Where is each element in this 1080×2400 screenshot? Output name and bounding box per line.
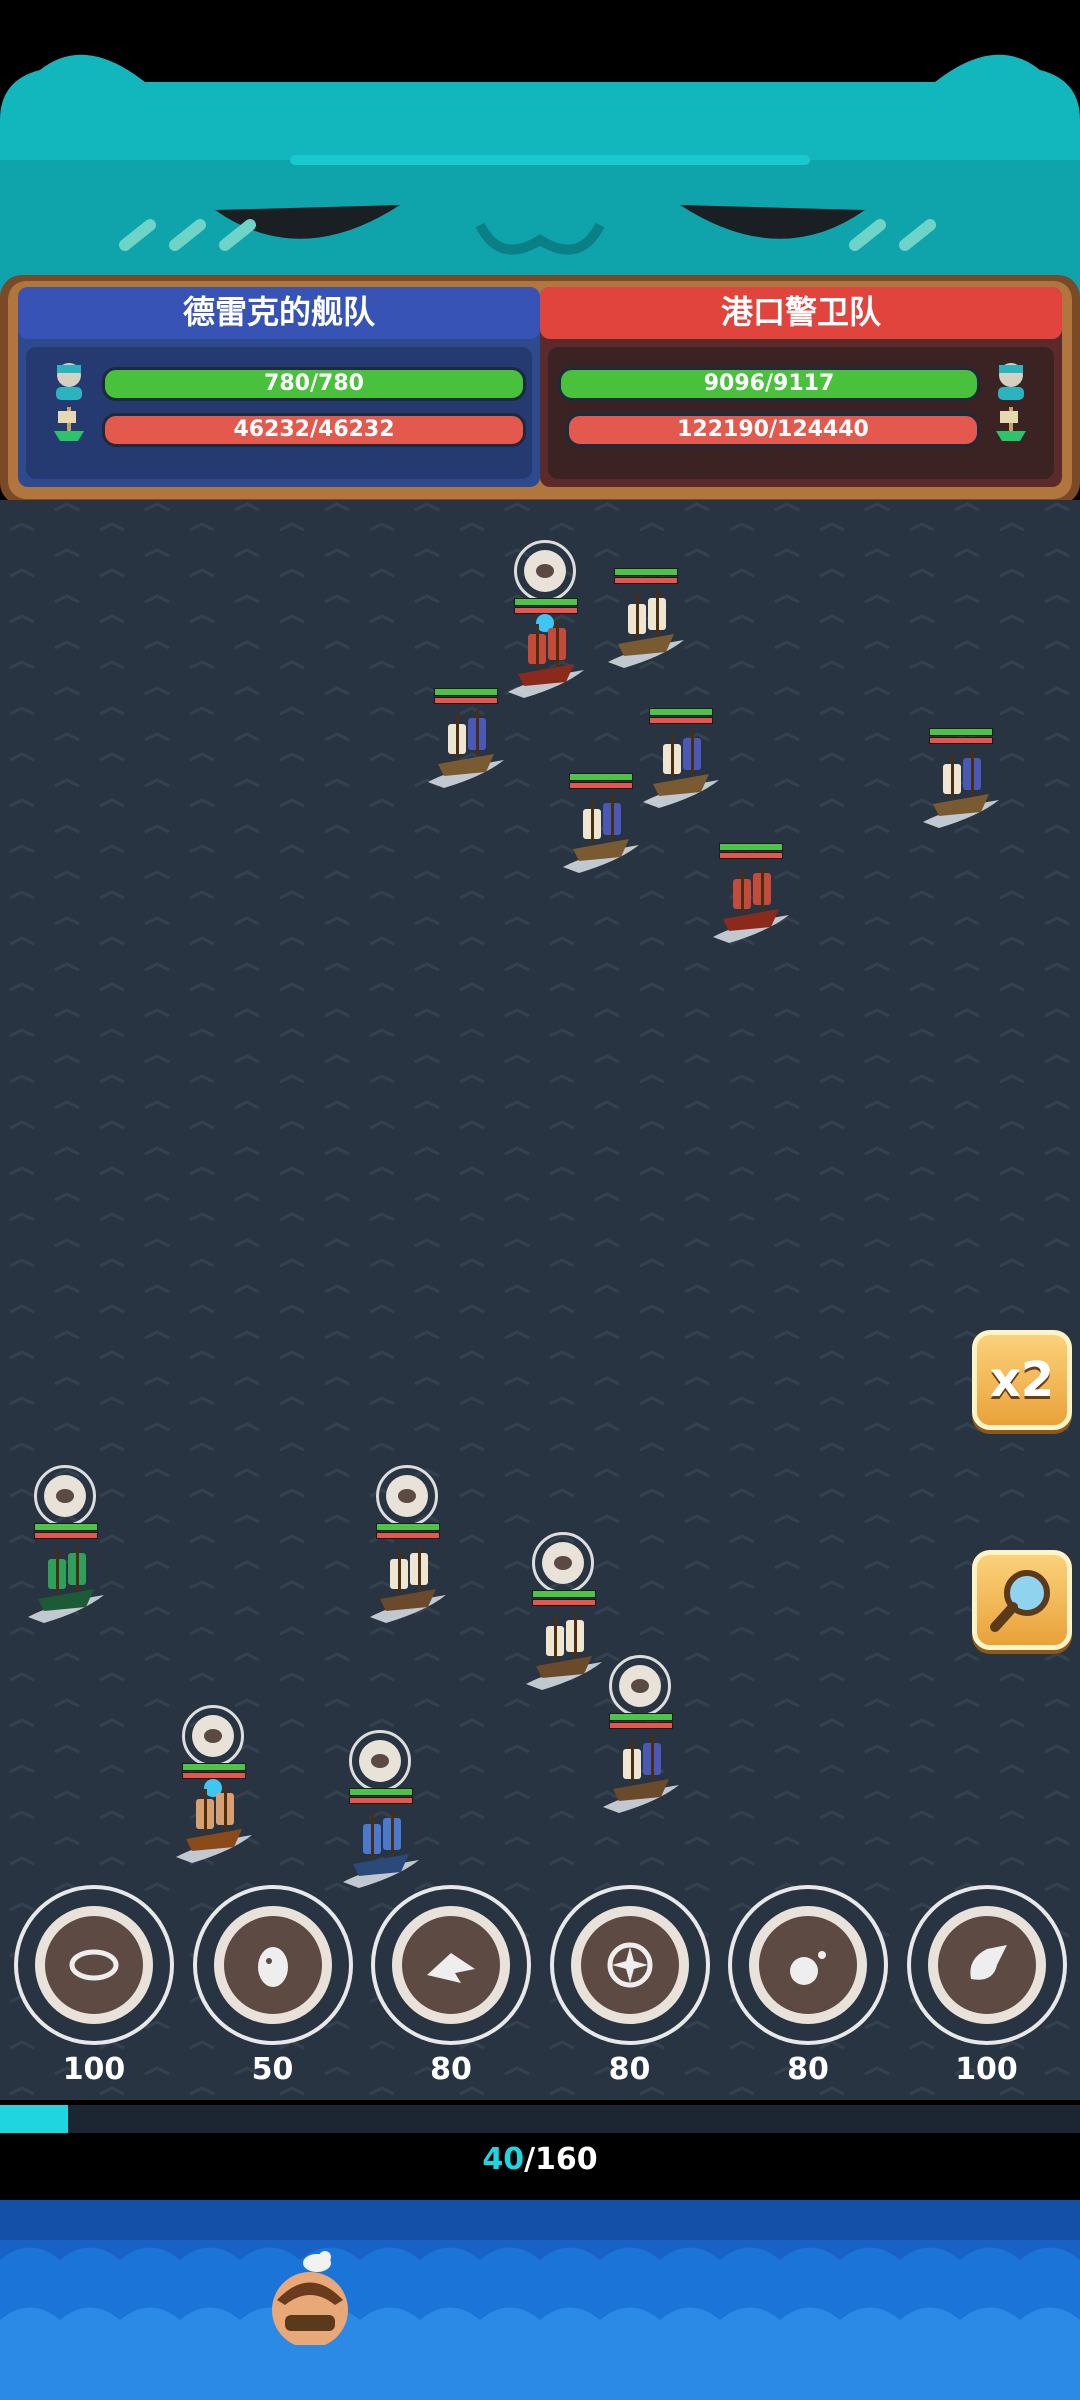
ocean-footer <box>0 2200 1080 2400</box>
skill-ring <box>213 1906 332 2024</box>
skill-button-3[interactable] <box>371 1885 531 2045</box>
skill-ring <box>570 1906 689 2024</box>
energy-bar-fill <box>0 2105 68 2133</box>
wave-pattern <box>0 500 1080 2100</box>
energy-current: 40 <box>482 2142 525 2177</box>
enemy-team-name: 港口警卫队 <box>720 293 881 331</box>
team-status-panel: 德雷克的舰队 港口警卫队 780/780 46232/46232 9096/91… <box>0 275 1080 515</box>
skill-ring <box>749 1906 867 2024</box>
skill-button-5[interactable] <box>728 1885 888 2045</box>
sailor-avatar <box>255 2245 365 2349</box>
enemy-crew-icon <box>990 360 1032 406</box>
ring-icon <box>69 1949 119 1981</box>
crew-icon <box>48 360 90 406</box>
skill-cost-3: 80 <box>430 2052 472 2087</box>
skill-button-2[interactable] <box>192 1885 353 2045</box>
skill-bar: 100 50 80 80 80 100 <box>0 1880 1080 2100</box>
fireball-icon <box>969 1945 1007 1980</box>
cannonball-icon <box>790 1951 826 1985</box>
skill-button-6[interactable] <box>906 1885 1067 2045</box>
energy-max: /160 <box>524 2142 598 2177</box>
enemy-crew-bar: 9096/9117 <box>558 367 980 401</box>
battle-sea <box>0 500 1080 2100</box>
skill-ring <box>35 1906 153 2024</box>
magnifier-icon <box>990 1570 1050 1632</box>
skill-button-4[interactable] <box>549 1885 710 2045</box>
ocean-waves <box>0 2200 1080 2400</box>
zoom-button[interactable] <box>972 1550 1072 1650</box>
skill-ring <box>927 1906 1046 2024</box>
skill-cost-6: 100 <box>955 2052 1018 2087</box>
player-team-name: 德雷克的舰队 <box>182 293 375 331</box>
egg-icon <box>257 1947 288 1987</box>
ship-icon <box>48 403 90 449</box>
speed-x2-button[interactable]: x2 <box>972 1330 1072 1430</box>
shark-icon <box>427 1953 475 1983</box>
skill-cost-2: 50 <box>251 2052 294 2087</box>
skill-cost-5: 80 <box>787 2052 829 2087</box>
player-ships-bar: 46232/46232 <box>102 413 526 447</box>
energy-bar <box>0 2105 1080 2133</box>
skill-cost-4: 80 <box>608 2052 651 2087</box>
player-crew-bar: 780/780 <box>102 367 526 401</box>
skill-ring <box>392 1906 510 2024</box>
skill-cost-1: 100 <box>62 2052 126 2087</box>
skill-button-1[interactable] <box>14 1885 174 2045</box>
enemy-ship-icon <box>990 403 1032 449</box>
cat-header <box>0 54 1080 300</box>
energy-counter: 40/160 <box>0 2142 1080 2177</box>
compass-icon <box>607 1942 652 1988</box>
enemy-ships-bar: 122190/124440 <box>566 413 980 447</box>
